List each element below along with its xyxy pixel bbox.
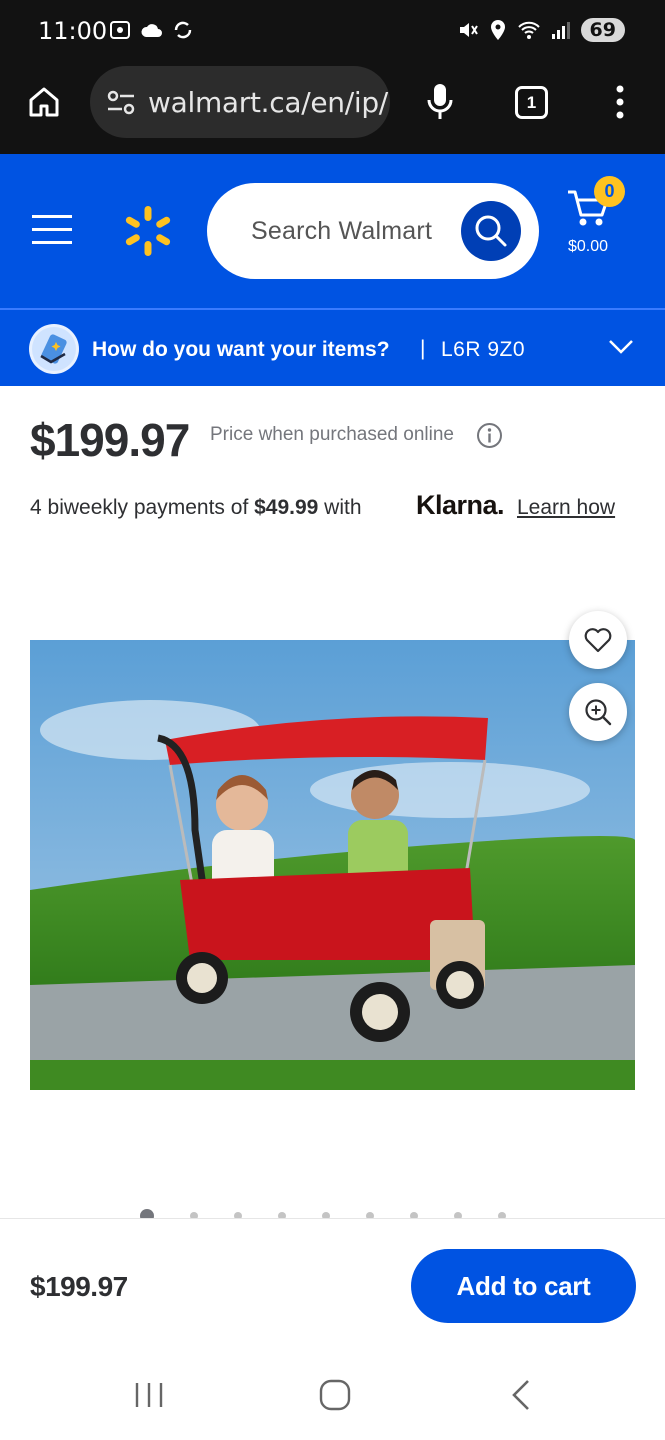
klarna-amount: $49.99 [254, 496, 319, 519]
bottom-price: $199.97 [30, 1271, 128, 1302]
site-settings-icon[interactable] [106, 90, 136, 116]
tab-switcher-button[interactable]: 1 [515, 86, 548, 119]
klarna-payment-text: 4 biweekly payments of $49.99 with [30, 496, 362, 519]
product-price: $199.97 [30, 414, 190, 466]
heart-icon [584, 628, 612, 653]
learn-how-link[interactable]: Learn how [517, 496, 615, 520]
cart-count-badge: 0 [594, 176, 625, 207]
system-navigation-bar [0, 1354, 665, 1440]
battery-level: 69 [580, 18, 625, 42]
cart-total: $0.00 [568, 238, 609, 255]
walmart-spark-logo[interactable] [122, 205, 174, 257]
zoom-button[interactable] [569, 683, 627, 741]
search-input[interactable]: Search Walmart [207, 183, 539, 279]
sticky-add-to-cart-bar: $199.97 Add to cart [0, 1218, 665, 1354]
klarna-logo: Klarna. [416, 490, 505, 520]
search-placeholder: Search Walmart [251, 217, 433, 245]
info-icon[interactable] [476, 422, 503, 449]
add-to-cart-button[interactable]: Add to cart [411, 1249, 636, 1323]
back-icon[interactable] [508, 1378, 534, 1412]
recent-apps-icon[interactable] [133, 1380, 165, 1410]
screenshot-icon [110, 21, 130, 39]
signal-icon [551, 22, 570, 39]
url-text: walmart.ca/en/ip/ [148, 86, 388, 119]
status-time: 11:00 [38, 17, 108, 45]
search-icon [475, 215, 507, 247]
chevron-down-icon [609, 340, 633, 354]
postal-code: L6R 9Z0 [441, 338, 526, 361]
browser-toolbar: walmart.ca/en/ip/ 1 [0, 62, 665, 154]
home-icon[interactable] [26, 84, 62, 120]
zoom-in-icon [585, 699, 612, 726]
product-image[interactable] [30, 640, 635, 1090]
cloud-icon [141, 24, 162, 37]
sync-icon [174, 21, 192, 39]
location-icon [490, 20, 505, 40]
price-note: Price when purchased online [210, 424, 454, 445]
site-header: Search Walmart 0 $0.00 [0, 154, 665, 308]
home-nav-icon[interactable] [318, 1378, 352, 1412]
fulfillment-question: How do you want your items? [92, 338, 390, 361]
menu-icon[interactable] [30, 212, 74, 246]
microphone-icon[interactable] [424, 82, 456, 122]
fulfillment-icon [29, 324, 79, 374]
favorite-button[interactable] [569, 611, 627, 669]
search-button[interactable] [461, 201, 521, 261]
status-bar: 11:00 69 [0, 0, 665, 62]
address-bar[interactable]: walmart.ca/en/ip/ [90, 66, 390, 138]
mute-icon [459, 23, 478, 37]
fulfillment-selector[interactable]: How do you want your items? | L6R 9Z0 [0, 308, 665, 386]
more-menu-icon[interactable] [612, 84, 628, 120]
fulfillment-separator: | [420, 337, 426, 360]
wifi-icon [517, 21, 540, 39]
